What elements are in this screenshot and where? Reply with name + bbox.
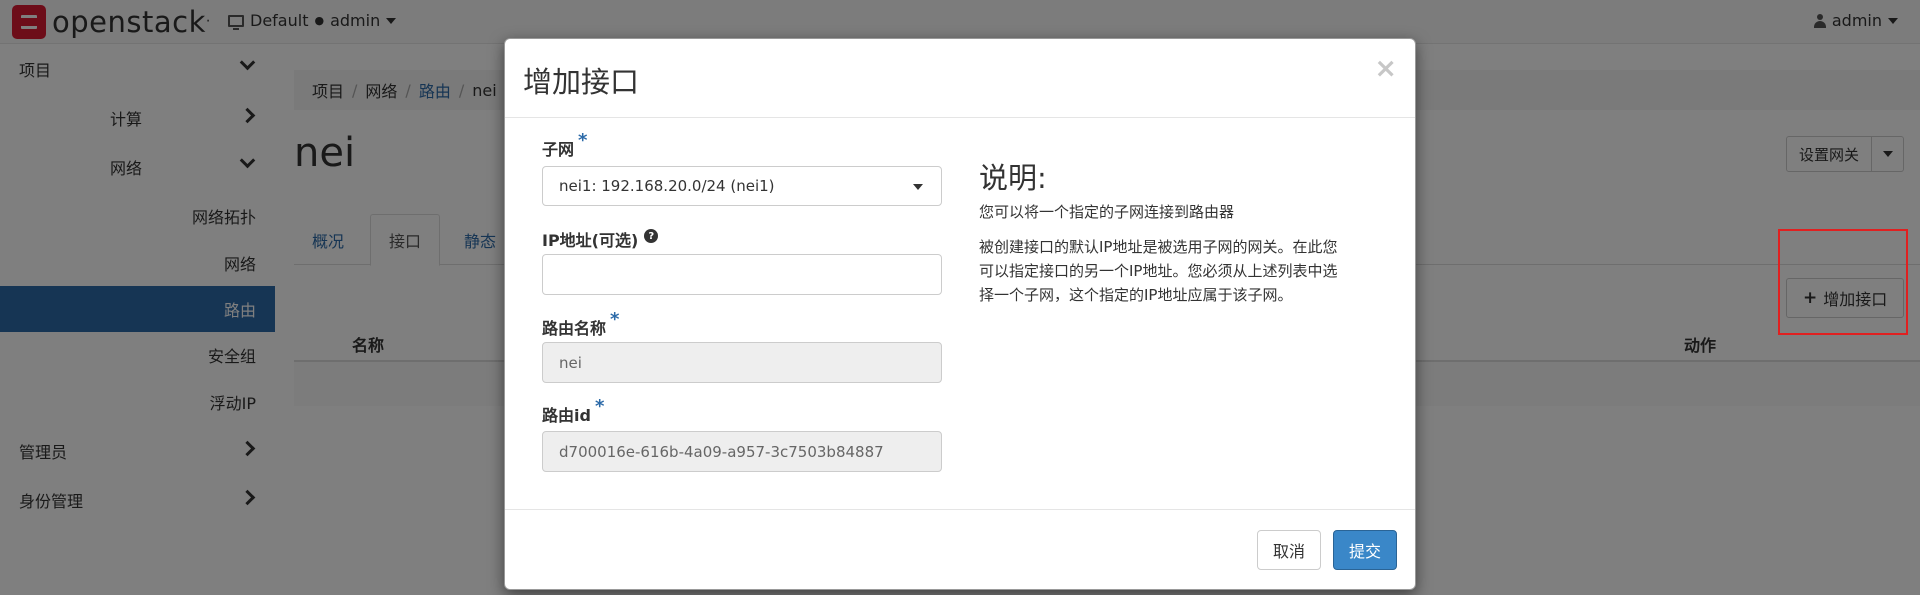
subnet-select[interactable]: nei1: 192.168.20.0/24 (nei1) bbox=[542, 166, 942, 206]
caret-down-icon bbox=[913, 184, 923, 190]
required-icon: * bbox=[578, 130, 588, 151]
router-name-label-text: 路由名称 bbox=[542, 319, 607, 338]
router-id-field: d700016e-616b-4a09-a957-3c7503b84887 bbox=[542, 431, 942, 472]
required-icon: * bbox=[610, 309, 620, 330]
modal-header: 增加接口 × bbox=[505, 39, 1415, 118]
cancel-button[interactable]: 取消 bbox=[1257, 530, 1321, 570]
ip-address-input[interactable] bbox=[542, 254, 942, 295]
ip-address-label-text: IP地址(可选) bbox=[542, 231, 639, 250]
description-text-2-line-1: 被创建接口的默认IP地址是被选用子网的网关。在此您 bbox=[979, 238, 1338, 256]
router-name-label: 路由名称 * bbox=[542, 309, 619, 339]
router-name-field: nei bbox=[542, 342, 942, 383]
description-text-2-line-2: 可以指定接口的另一个IP地址。您必须从上述列表中选 bbox=[979, 262, 1338, 280]
close-icon[interactable]: × bbox=[1374, 53, 1397, 84]
modal-footer: 取消 提交 bbox=[505, 509, 1415, 589]
router-id-label: 路由id * bbox=[542, 396, 604, 426]
description-text-1: 您可以将一个指定的子网连接到路由器 bbox=[979, 203, 1235, 221]
subnet-label: 子网 * bbox=[542, 130, 587, 160]
submit-button[interactable]: 提交 bbox=[1333, 530, 1397, 570]
highlight-annotation bbox=[1778, 229, 1908, 335]
description-title: 说明: bbox=[979, 161, 1047, 195]
ip-address-label: IP地址(可选) ? bbox=[542, 227, 659, 251]
subnet-select-value: nei1: 192.168.20.0/24 (nei1) bbox=[559, 177, 775, 195]
subnet-label-text: 子网 bbox=[542, 140, 575, 159]
modal-title: 增加接口 bbox=[523, 65, 640, 99]
required-icon: * bbox=[594, 396, 605, 417]
question-circle-icon[interactable]: ? bbox=[644, 229, 659, 243]
description-text-2-line-3: 择一个子网，这个指定的IP地址应属于该子网。 bbox=[979, 286, 1293, 304]
router-id-label-text: 路由id bbox=[542, 406, 591, 425]
add-interface-modal: 增加接口 × 子网 * nei1: 192.168.20.0/24 (nei1)… bbox=[504, 38, 1416, 590]
